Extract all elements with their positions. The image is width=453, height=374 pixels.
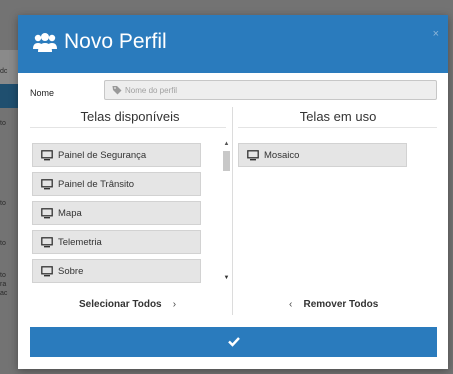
available-item-painel-de-transito[interactable]: Painel de Trânsito bbox=[32, 172, 201, 196]
close-icon[interactable]: × bbox=[433, 28, 439, 40]
in-use-screens-title: Telas em uso bbox=[299, 109, 377, 124]
background-text: ac bbox=[0, 290, 8, 297]
chevron-left-icon: ‹ bbox=[289, 299, 293, 310]
background-text: to bbox=[0, 120, 6, 127]
scroll-thumb[interactable] bbox=[223, 151, 230, 171]
select-all-button[interactable]: Selecionar Todos › bbox=[79, 299, 176, 310]
background-text: to bbox=[0, 272, 6, 279]
column-divider bbox=[232, 107, 233, 315]
list-item-label: Painel de Trânsito bbox=[58, 179, 135, 190]
monitor-icon bbox=[41, 237, 53, 248]
background-text: ra bbox=[0, 281, 7, 288]
monitor-icon bbox=[41, 208, 53, 219]
list-item-label: Telemetria bbox=[58, 237, 102, 248]
tag-icon bbox=[112, 86, 122, 95]
list-item-label: Sobre bbox=[58, 266, 84, 277]
modal-header: Novo Perfil × bbox=[18, 15, 448, 73]
profile-name-input[interactable] bbox=[125, 83, 425, 97]
monitor-icon bbox=[41, 266, 53, 277]
divider bbox=[30, 127, 226, 128]
monitor-icon bbox=[41, 150, 53, 161]
remove-all-label: Remover Todos bbox=[303, 299, 379, 310]
background-text: dc bbox=[0, 68, 8, 75]
name-label: Nome bbox=[30, 88, 55, 98]
check-icon bbox=[228, 337, 240, 347]
select-all-label: Selecionar Todos bbox=[79, 299, 162, 310]
available-screens-title: Telas disponíveis bbox=[80, 109, 180, 124]
scroll-down-arrow-icon[interactable]: ▼ bbox=[222, 275, 231, 281]
list-item-label: Mapa bbox=[58, 208, 82, 219]
remove-all-button[interactable]: ‹ Remover Todos bbox=[289, 299, 378, 310]
list-item-label: Mosaico bbox=[264, 150, 300, 161]
chevron-right-icon: › bbox=[172, 299, 177, 310]
in-use-item-mosaico[interactable]: Mosaico bbox=[238, 143, 407, 167]
confirm-button[interactable] bbox=[30, 327, 437, 357]
monitor-icon bbox=[247, 150, 259, 161]
available-item-painel-de-seguranca[interactable]: Painel de Segurança bbox=[32, 143, 201, 167]
users-icon bbox=[33, 33, 57, 52]
available-item-mapa[interactable]: Mapa bbox=[32, 201, 201, 225]
monitor-icon bbox=[41, 179, 53, 190]
list-item-label: Painel de Segurança bbox=[58, 150, 147, 161]
available-item-telemetria[interactable]: Telemetria bbox=[32, 230, 201, 254]
background-text: to bbox=[0, 240, 6, 247]
background-text: to bbox=[0, 200, 6, 207]
profile-name-field[interactable] bbox=[104, 80, 437, 100]
scroll-up-arrow-icon[interactable]: ▲ bbox=[222, 141, 231, 147]
divider bbox=[238, 127, 437, 128]
new-profile-modal: Novo Perfil × Nome Telas disponíveis Tel… bbox=[18, 15, 448, 369]
available-item-sobre[interactable]: Sobre bbox=[32, 259, 201, 283]
modal-title: Novo Perfil bbox=[64, 30, 167, 53]
available-list-scrollbar[interactable]: ▲ ▼ bbox=[222, 141, 231, 286]
